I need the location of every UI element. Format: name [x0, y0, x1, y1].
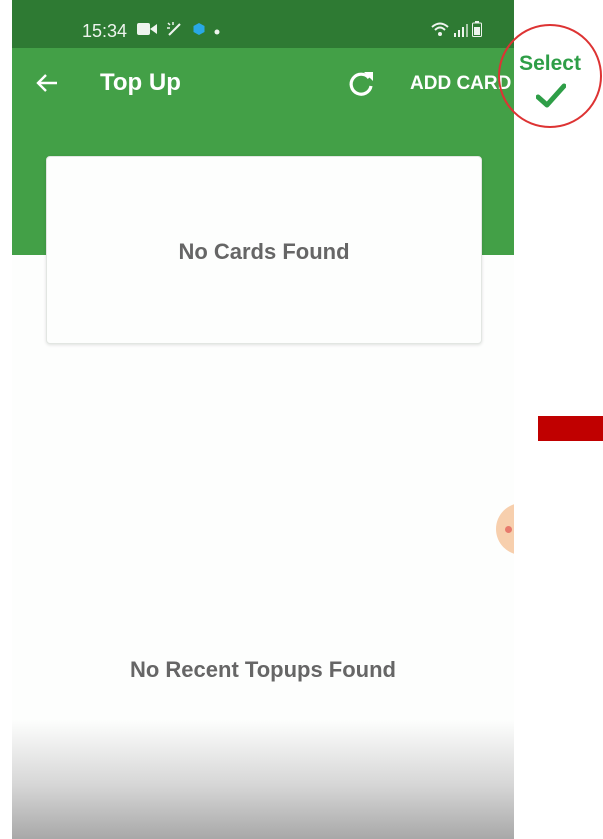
page-title: Top Up	[100, 69, 181, 96]
red-marker-bar	[538, 416, 603, 441]
check-icon	[535, 83, 567, 114]
cards-panel: No Cards Found	[46, 156, 482, 344]
signal-icon	[454, 23, 468, 42]
no-topups-text: No Recent Topups Found	[129, 657, 396, 682]
select-label: Select	[519, 52, 581, 75]
floating-action-button[interactable]	[496, 503, 514, 555]
fab-dot-icon	[505, 526, 512, 533]
status-icons	[137, 21, 220, 42]
arrow-left-icon	[33, 74, 61, 101]
no-cards-text: No Cards Found	[178, 239, 350, 264]
video-icon	[137, 22, 157, 41]
back-button[interactable]	[33, 69, 61, 97]
refresh-icon	[345, 72, 377, 104]
status-bar: 15:34	[12, 0, 514, 48]
dot-icon	[214, 22, 220, 40]
bottom-gradient	[12, 720, 514, 839]
refresh-button[interactable]	[345, 68, 377, 100]
add-card-button[interactable]: ADD CARD	[410, 72, 511, 96]
app-bar: Top Up ADD CARD	[12, 48, 514, 118]
magic-wand-icon	[166, 21, 184, 42]
app-notification-icon	[193, 22, 205, 40]
battery-icon	[472, 21, 482, 42]
wifi-icon	[430, 21, 450, 42]
select-annotation: Select	[498, 24, 602, 128]
system-icons	[430, 21, 482, 42]
phone-screen: 15:34 Top Up ADD CARD No Cards Found No …	[12, 0, 514, 839]
status-time: 15:34	[82, 21, 128, 41]
